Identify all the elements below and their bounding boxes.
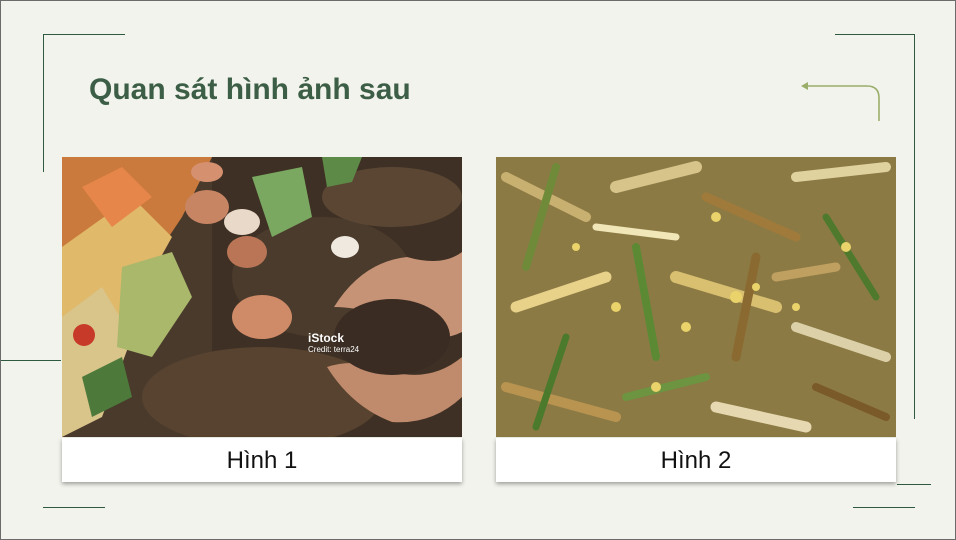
frame-line-left-mid [1,360,61,361]
frame-line-top-left-h [43,34,125,35]
caption-image-1: Hình 1 [62,438,462,482]
watermark-credit: Credit: terra24 [308,345,360,354]
curved-arrow-icon [801,82,880,121]
frame-line-top-right-h [835,34,915,35]
compost-soil-photo: iStock Credit: terra24 [62,157,462,437]
watermark: iStock Credit: terra24 [308,331,359,354]
chopped-plant-material-photo [496,157,896,437]
slide: Quan sát hình ảnh sau iStock Credit: ter… [0,0,956,540]
frame-line-top-left-v [43,34,44,172]
page-title: Quan sát hình ảnh sau [89,73,411,106]
frame-line-right-mid [897,484,931,485]
frame-line-bottom-right [853,507,915,508]
caption-image-2: Hình 2 [496,438,896,482]
frame-line-bottom-left [43,507,105,508]
watermark-brand: iStock [308,331,345,345]
frame-line-top-right-v [914,34,915,419]
